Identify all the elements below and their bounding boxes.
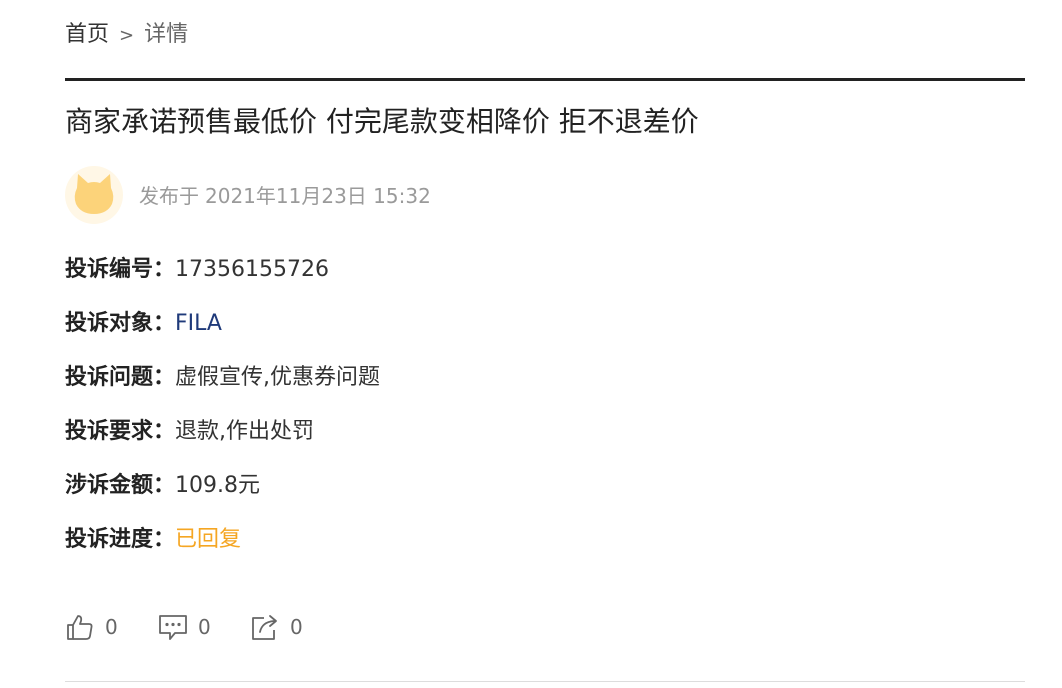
breadcrumb-current: 详情 <box>144 22 189 47</box>
detail-label: 投诉问题： <box>65 365 176 390</box>
publish-prefix: 发布于 <box>139 184 199 208</box>
detail-row-issue: 投诉问题：虚假宣传,优惠券问题 <box>65 362 380 394</box>
detail-label: 投诉进度： <box>65 527 176 552</box>
avatar <box>65 166 123 224</box>
detail-row-amount: 涉诉金额：109.8元 <box>65 470 260 502</box>
thumbs-up-icon <box>67 615 93 640</box>
footer-divider <box>65 681 1025 682</box>
detail-row-progress: 投诉进度：已回复 <box>65 524 241 556</box>
target-company-link[interactable]: FILA <box>175 311 222 336</box>
page-title: 商家承诺预售最低价 付完尾款变相降价 拒不退差价 <box>65 105 699 138</box>
breadcrumb: 首页 > 详情 <box>65 20 188 51</box>
detail-row-target: 投诉对象：FILA <box>65 308 222 340</box>
detail-label: 涉诉金额： <box>65 473 176 498</box>
header-divider <box>65 78 1025 81</box>
detail-value: 17356155726 <box>175 257 329 282</box>
breadcrumb-separator: > <box>119 25 135 46</box>
comment-icon <box>159 615 187 640</box>
detail-value: 109.8元 <box>175 473 260 498</box>
like-button[interactable]: 0 <box>65 610 118 644</box>
share-count: 0 <box>290 615 303 639</box>
detail-value: 退款,作出处罚 <box>175 419 315 444</box>
breadcrumb-home-link[interactable]: 首页 <box>65 22 109 47</box>
detail-label: 投诉对象： <box>65 311 176 336</box>
detail-row-request: 投诉要求：退款,作出处罚 <box>65 416 314 448</box>
detail-label: 投诉编号： <box>65 257 176 282</box>
status-badge: 已回复 <box>175 527 242 552</box>
cat-avatar-icon <box>74 174 114 214</box>
detail-row-complaint-id: 投诉编号：17356155726 <box>65 254 329 286</box>
comment-count: 0 <box>198 615 211 639</box>
share-icon <box>252 615 277 640</box>
comment-button[interactable]: 0 <box>158 610 211 644</box>
detail-value: 虚假宣传,优惠券问题 <box>175 365 381 390</box>
like-count: 0 <box>105 615 118 639</box>
detail-label: 投诉要求： <box>65 419 176 444</box>
publish-info: 发布于 2021年11月23日 15:32 <box>139 182 431 210</box>
share-button[interactable]: 0 <box>250 610 303 644</box>
publish-date: 2021年11月23日 15:32 <box>205 184 431 208</box>
